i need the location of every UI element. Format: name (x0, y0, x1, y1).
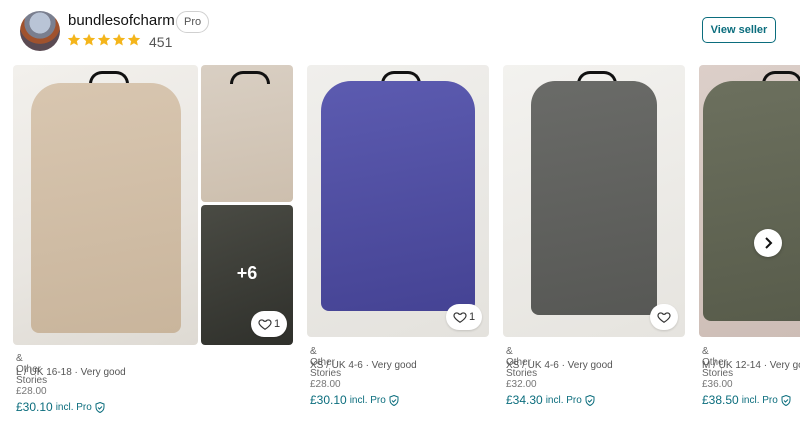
product-size-condition: XS / UK 4-6 · Very good (310, 360, 417, 371)
favourite-count: 1 (468, 311, 476, 323)
price-incl-value: £38.50 (702, 393, 739, 407)
star-icon (67, 33, 81, 46)
product-photo-thumb[interactable] (201, 65, 293, 202)
heart-outline-icon (258, 319, 272, 330)
review-count: 451 (149, 34, 173, 50)
price-incl-value: £30.10 (310, 393, 347, 407)
product-price: £32.00 (506, 379, 537, 390)
product-price: £36.00 (702, 379, 733, 390)
price-incl-value: £30.10 (16, 400, 53, 414)
price-incl-label: incl. Pro (349, 394, 386, 406)
chevron-right-icon (765, 237, 773, 249)
product-price-incl: £38.50 incl. Pro (702, 393, 791, 407)
product-photo-main[interactable] (699, 65, 800, 337)
price-incl-label: incl. Pro (545, 394, 582, 406)
star-icon (82, 33, 96, 46)
price-incl-label: incl. Pro (741, 394, 778, 406)
product-photo-main[interactable] (503, 65, 685, 337)
favourite-button[interactable]: 1 (251, 311, 287, 337)
hanger-icon (230, 71, 270, 84)
shield-check-icon (585, 394, 595, 406)
product-price-incl: £30.10 incl. Pro (16, 400, 105, 414)
product-size-condition: XS / UK 4-6 · Very good (506, 360, 613, 371)
pro-badge: Pro (176, 11, 210, 33)
carousel-next-button[interactable] (754, 229, 782, 257)
heart-outline-icon (453, 312, 467, 323)
price-incl-label: incl. Pro (55, 401, 92, 413)
favourite-button[interactable]: 1 (446, 304, 482, 330)
view-seller-button[interactable]: View seller (702, 17, 776, 43)
seller-avatar[interactable] (20, 11, 60, 51)
more-photos-count: +6 (236, 263, 258, 283)
product-size-condition: L / UK 16-18 · Very good (16, 367, 126, 378)
star-icon (112, 33, 126, 46)
product-price: £28.00 (16, 386, 47, 397)
rating-stars (67, 33, 141, 47)
price-incl-value: £34.30 (506, 393, 543, 407)
favourite-count: 1 (273, 318, 281, 330)
star-icon (127, 33, 141, 46)
product-photo-main[interactable] (307, 65, 489, 337)
shield-check-icon (95, 401, 105, 413)
favourite-button[interactable] (650, 304, 678, 330)
product-photo-main[interactable] (13, 65, 198, 345)
product-size-condition: M / UK 12-14 · Very good (702, 360, 800, 371)
shield-check-icon (389, 394, 399, 406)
heart-outline-icon (657, 312, 671, 323)
seller-name[interactable]: bundlesofcharm (68, 12, 175, 29)
product-price-incl: £30.10 incl. Pro (310, 393, 399, 407)
product-price-incl: £34.30 incl. Pro (506, 393, 595, 407)
product-price: £28.00 (310, 379, 341, 390)
star-icon (97, 33, 111, 46)
shield-check-icon (781, 394, 791, 406)
